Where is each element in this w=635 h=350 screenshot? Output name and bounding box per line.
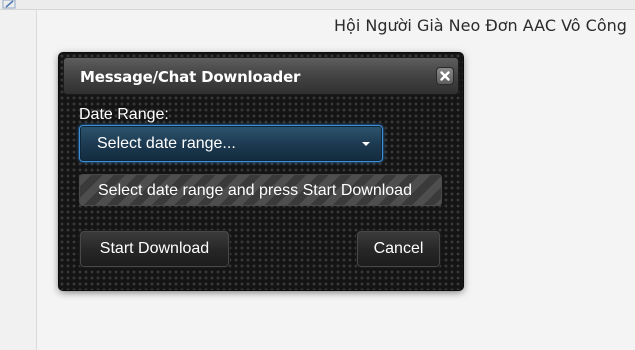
chevron-down-icon (362, 142, 370, 146)
date-range-select[interactable]: Select date range... (79, 125, 383, 162)
date-range-select-value: Select date range... (97, 135, 236, 152)
background-left-rail (0, 10, 37, 350)
chat-downloader-dialog: Message/Chat Downloader Date Range: Sele… (59, 53, 463, 290)
close-button[interactable] (436, 67, 454, 85)
dialog-title: Message/Chat Downloader (80, 68, 301, 86)
download-status-bar: Select date range and press Start Downlo… (79, 174, 442, 206)
background-group-title: Hội Người Già Neo Đơn AAC Vô Công (334, 16, 627, 35)
background-top-bar (0, 0, 635, 10)
dialog-header: Message/Chat Downloader (63, 57, 459, 95)
edit-icon (2, 0, 16, 9)
download-status-text: Select date range and press Start Downlo… (98, 182, 412, 199)
date-range-label: Date Range: (79, 106, 169, 123)
close-icon (440, 71, 450, 81)
start-download-button[interactable]: Start Download (79, 230, 230, 268)
cancel-button[interactable]: Cancel (356, 230, 441, 268)
